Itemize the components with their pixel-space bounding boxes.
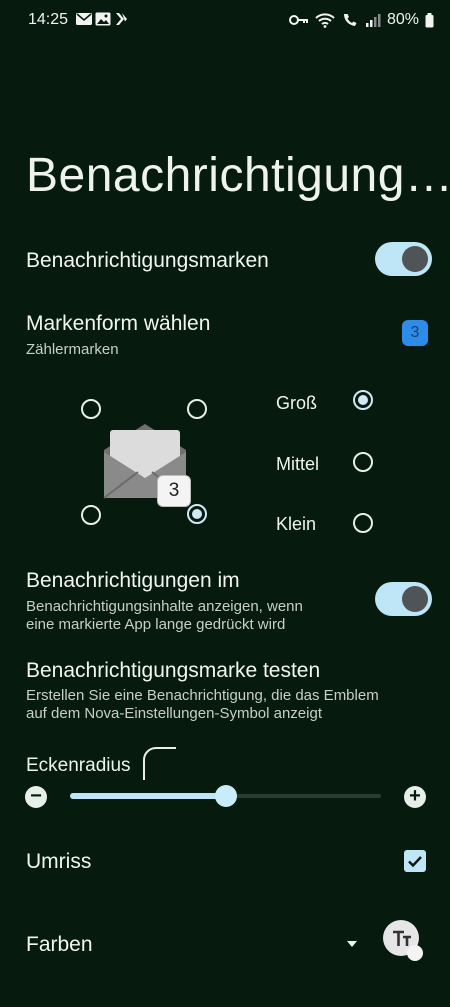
long-press-toggle[interactable] xyxy=(375,582,432,616)
long-press-sublabel-2: eine markierte App lange gedrückt wird xyxy=(26,616,286,633)
corner-radius-minus-button[interactable]: − xyxy=(25,786,47,808)
position-bottom-left-radio[interactable] xyxy=(81,505,101,525)
page-title: Benachrichtigung… xyxy=(26,149,450,202)
battery-icon xyxy=(425,12,434,27)
corner-radius-slider-inactive[interactable] xyxy=(225,794,381,798)
wifi-icon xyxy=(315,13,335,28)
test-badge-sublabel-1: Erstellen Sie eine Benachrichtigung, die… xyxy=(26,687,379,704)
outline-checkbox[interactable] xyxy=(404,850,426,872)
size-medium-label[interactable]: Mittel xyxy=(276,454,319,475)
size-small-label[interactable]: Klein xyxy=(276,514,316,535)
mail-icon xyxy=(76,13,92,25)
badges-label: Benachrichtigungsmarken xyxy=(26,249,269,272)
shape-sublabel: Zählermarken xyxy=(26,341,119,358)
shape-label[interactable]: Markenform wählen xyxy=(26,312,210,336)
badges-toggle[interactable] xyxy=(375,242,432,276)
corner-radius-slider-thumb[interactable] xyxy=(214,785,237,807)
signal-icon xyxy=(365,14,381,27)
counter-badge[interactable]: 3 xyxy=(402,320,428,346)
corner-radius-preview-icon xyxy=(143,747,176,780)
corner-radius-label: Eckenradius xyxy=(26,755,131,776)
position-top-left-radio[interactable] xyxy=(81,399,101,419)
key-icon xyxy=(288,15,308,25)
test-badge-label[interactable]: Benachrichtigungsmarke testen xyxy=(26,659,320,683)
status-right: 80% xyxy=(288,11,434,29)
battery-percent: 80% xyxy=(386,11,419,28)
size-large-radio[interactable] xyxy=(353,390,373,410)
test-badge-sublabel-2: auf dem Nova-Einstellungen-Symbol anzeig… xyxy=(26,705,322,722)
chevron-down-icon[interactable] xyxy=(346,940,358,948)
image-icon xyxy=(95,12,111,26)
position-top-right-radio[interactable] xyxy=(187,399,207,419)
colors-label[interactable]: Farben xyxy=(26,933,93,957)
status-bar: 14:25 80% xyxy=(0,0,450,40)
long-press-sublabel-1: Benachrichtigungsinhalte anzeigen, wenn xyxy=(26,598,303,615)
text-size-icon xyxy=(383,920,423,961)
preview-count-badge: 3 xyxy=(157,475,191,507)
long-press-label[interactable]: Benachrichtigungen im xyxy=(26,569,240,593)
outline-label: Umriss xyxy=(26,850,92,873)
app-notification-icon xyxy=(116,13,127,25)
position-bottom-right-radio[interactable] xyxy=(187,504,207,524)
corner-radius-slider-active[interactable] xyxy=(70,793,226,799)
text-size-fab[interactable] xyxy=(383,920,423,961)
size-small-radio[interactable] xyxy=(353,513,373,533)
status-time: 14:25 xyxy=(28,11,69,28)
check-icon xyxy=(408,856,422,868)
wifi-call-icon xyxy=(343,14,357,26)
size-medium-radio[interactable] xyxy=(353,452,373,472)
size-large-label[interactable]: Groß xyxy=(276,393,317,414)
corner-radius-plus-button[interactable]: + xyxy=(404,786,426,808)
